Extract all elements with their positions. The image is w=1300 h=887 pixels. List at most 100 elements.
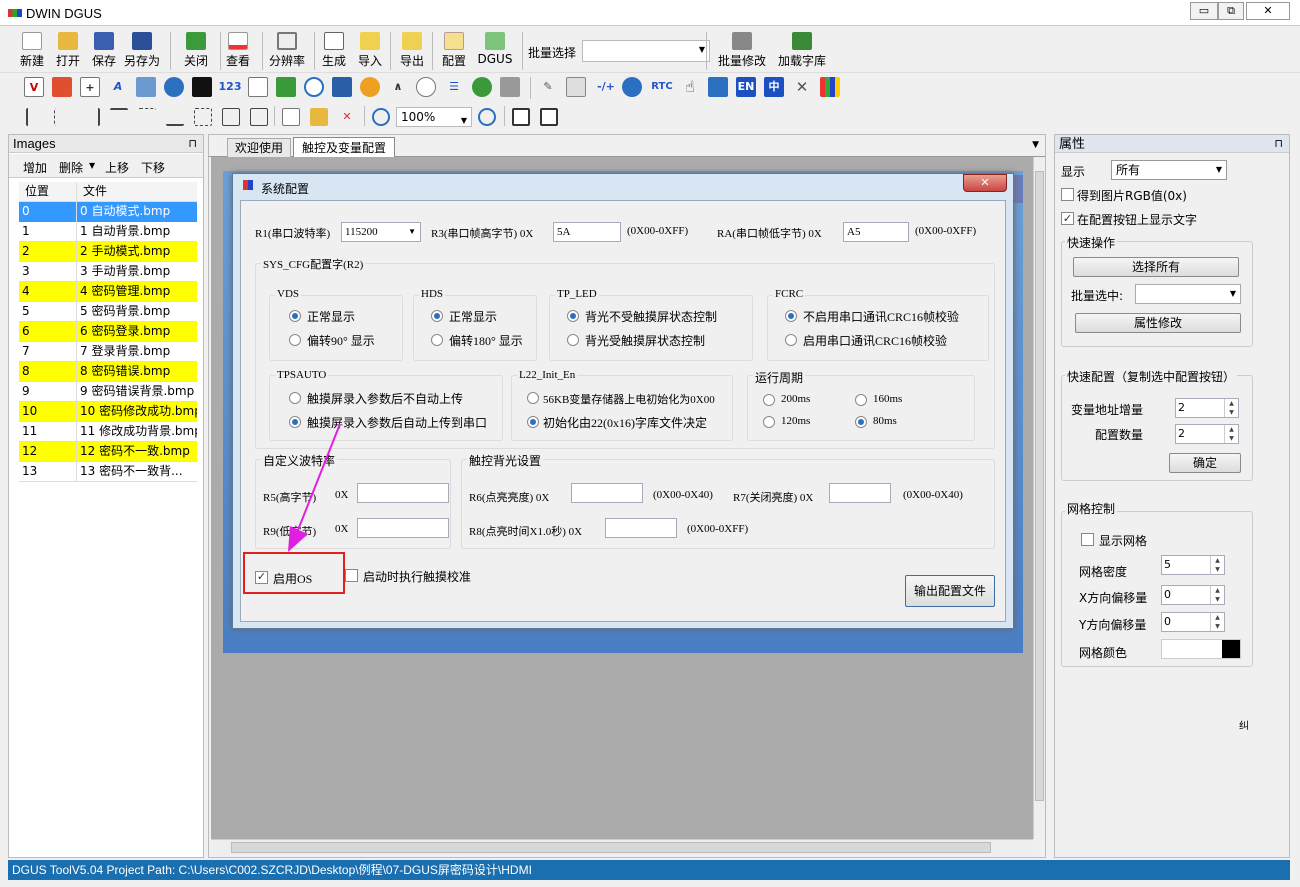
tab-welcome[interactable]: 欢迎使用 <box>227 138 291 157</box>
resolution-button[interactable]: 分辨率 <box>266 30 308 72</box>
pin-icon[interactable]: ⊓ <box>188 135 197 153</box>
grid-density-spinner[interactable]: 5 ▲ ▼ <box>1161 555 1225 575</box>
gauge-icon[interactable] <box>360 77 380 97</box>
y-offset-spinner[interactable]: 0 ▲ ▼ <box>1161 612 1225 632</box>
vds-normal-radio[interactable] <box>289 310 301 322</box>
grid-color-picker[interactable] <box>1161 639 1241 659</box>
table-row[interactable]: 88 密码错误.bmp <box>19 362 197 382</box>
text-doc-icon[interactable] <box>248 77 268 97</box>
save-button[interactable]: 保存 <box>86 30 122 72</box>
table-row[interactable]: 11 11 修改成功背景.bmp <box>19 422 197 442</box>
delete-image-button[interactable]: 删除 <box>59 159 83 176</box>
touch-icon[interactable]: + <box>80 77 100 97</box>
var-addr-inc-spinner[interactable]: 2 ▲ ▼ <box>1175 398 1239 418</box>
table-row[interactable]: 44 密码管理.bmp <box>19 282 197 302</box>
vertical-scroll-thumb[interactable] <box>1035 171 1044 801</box>
align-right-icon[interactable] <box>82 108 100 126</box>
same-size-icon[interactable] <box>194 108 212 126</box>
fcrc-on-radio[interactable] <box>785 334 797 346</box>
zoom-select[interactable]: 100% ▼ <box>396 107 472 127</box>
tools-icon[interactable]: ✕ <box>792 77 812 97</box>
hds-normal-radio[interactable] <box>431 310 443 322</box>
monitor-icon[interactable] <box>332 77 352 97</box>
zoom-in-icon[interactable] <box>372 108 390 126</box>
table-row[interactable]: 77 登录背景.bmp <box>19 342 197 362</box>
delete-icon[interactable]: ✕ <box>338 108 356 126</box>
attr-modify-button[interactable]: 属性修改 <box>1075 313 1241 333</box>
spinner-arrows-icon[interactable]: ▲ ▼ <box>1210 556 1224 574</box>
export-green-icon[interactable] <box>276 77 296 97</box>
spinner-arrows-icon[interactable]: ▲ ▼ <box>1210 586 1224 604</box>
qr-code-icon[interactable] <box>500 77 520 97</box>
english-icon[interactable]: EN <box>736 77 756 97</box>
pin-icon[interactable]: ⊓ <box>1274 135 1283 153</box>
hds-rotate-radio[interactable] <box>431 334 443 346</box>
move-up-button[interactable]: 上移 <box>105 159 129 176</box>
list-icon[interactable]: ☰ <box>444 77 464 97</box>
delete-dropdown-icon[interactable]: ▼ <box>89 161 95 170</box>
period-120-radio[interactable] <box>763 416 775 428</box>
generate-button[interactable]: 生成 <box>316 30 352 72</box>
select-all-button[interactable]: 选择所有 <box>1073 257 1239 277</box>
save-as-button[interactable]: 另存为 <box>122 30 162 72</box>
show-text-checkbox[interactable]: ✓ <box>1061 212 1074 225</box>
dgus-button[interactable]: DGUS <box>476 30 514 72</box>
get-rgb-checkbox[interactable] <box>1061 188 1074 201</box>
x-offset-spinner[interactable]: 0 ▲ ▼ <box>1161 585 1225 605</box>
same-width-icon[interactable] <box>222 108 240 126</box>
tab-list-dropdown-icon[interactable]: ▼ <box>1032 140 1039 150</box>
refresh-icon[interactable] <box>164 77 184 97</box>
spinner-arrows-icon[interactable]: ▲ ▼ <box>1210 613 1224 631</box>
display-select[interactable]: 所有 ▼ <box>1111 160 1227 180</box>
send-back-icon[interactable] <box>540 108 558 126</box>
align-middle-icon[interactable] <box>138 108 156 126</box>
r3-input[interactable]: 5A <box>553 222 621 242</box>
dialog-close-button[interactable]: ✕ <box>963 174 1007 192</box>
vds-rotate-radio[interactable] <box>289 334 301 346</box>
plus-minus-icon[interactable]: -/+ <box>594 77 618 97</box>
open-button[interactable]: 打开 <box>50 30 86 72</box>
ra-input[interactable]: A5 <box>843 222 909 242</box>
view-button[interactable]: 查看 <box>220 30 256 72</box>
var-icon[interactable]: V <box>24 77 44 97</box>
import-button[interactable]: 导入 <box>352 30 388 72</box>
color-circles-icon[interactable] <box>472 77 492 97</box>
confirm-button[interactable]: 确定 <box>1169 453 1241 473</box>
r6-input[interactable] <box>571 483 643 503</box>
period-80-radio[interactable] <box>855 416 867 428</box>
touch-calib-checkbox[interactable] <box>345 569 358 582</box>
text-a-icon[interactable]: A <box>108 77 128 97</box>
horizontal-scrollbar[interactable] <box>211 839 1033 855</box>
r8-input[interactable] <box>605 518 677 538</box>
align-left-icon[interactable] <box>26 108 44 126</box>
vertical-scrollbar[interactable] <box>1033 157 1045 839</box>
table-row[interactable]: 12 12 密码不一致.bmp <box>19 442 197 462</box>
period-160-radio[interactable] <box>855 394 867 406</box>
r1-baud-select[interactable]: 115200 ▼ <box>341 222 421 242</box>
spinner-arrows-icon[interactable]: ▲ ▼ <box>1224 399 1238 417</box>
table-row[interactable]: 00 自动模式.bmp <box>19 202 197 222</box>
table-row[interactable]: 13 13 密码不一致背... <box>19 462 197 482</box>
r5-input[interactable] <box>357 483 449 503</box>
r9-input[interactable] <box>357 518 449 538</box>
ruler-icon[interactable] <box>566 77 586 97</box>
table-row[interactable]: 11 自动背景.bmp <box>19 222 197 242</box>
period-200-radio[interactable] <box>763 394 775 406</box>
fcrc-off-radio[interactable] <box>785 310 797 322</box>
number-icon[interactable]: 123 <box>218 77 242 97</box>
copy-icon[interactable] <box>282 108 300 126</box>
circle-icon[interactable] <box>416 77 436 97</box>
clock-icon[interactable] <box>304 77 324 97</box>
rtc-icon[interactable]: RTC <box>648 77 676 97</box>
table-row[interactable]: 55 密码背景.bmp <box>19 302 197 322</box>
tp-led-off-radio[interactable] <box>567 310 579 322</box>
align-bottom-icon[interactable] <box>166 108 184 126</box>
zoom-out-icon[interactable] <box>478 108 496 126</box>
grid-table-icon[interactable] <box>708 77 728 97</box>
curve-icon[interactable]: ∧ <box>388 77 408 97</box>
r7-input[interactable] <box>829 483 891 503</box>
hand-pointer-icon[interactable]: ☝ <box>680 77 700 97</box>
bring-front-icon[interactable] <box>512 108 530 126</box>
table-row[interactable]: 66 密码登录.bmp <box>19 322 197 342</box>
cursor-icon[interactable] <box>192 77 212 97</box>
